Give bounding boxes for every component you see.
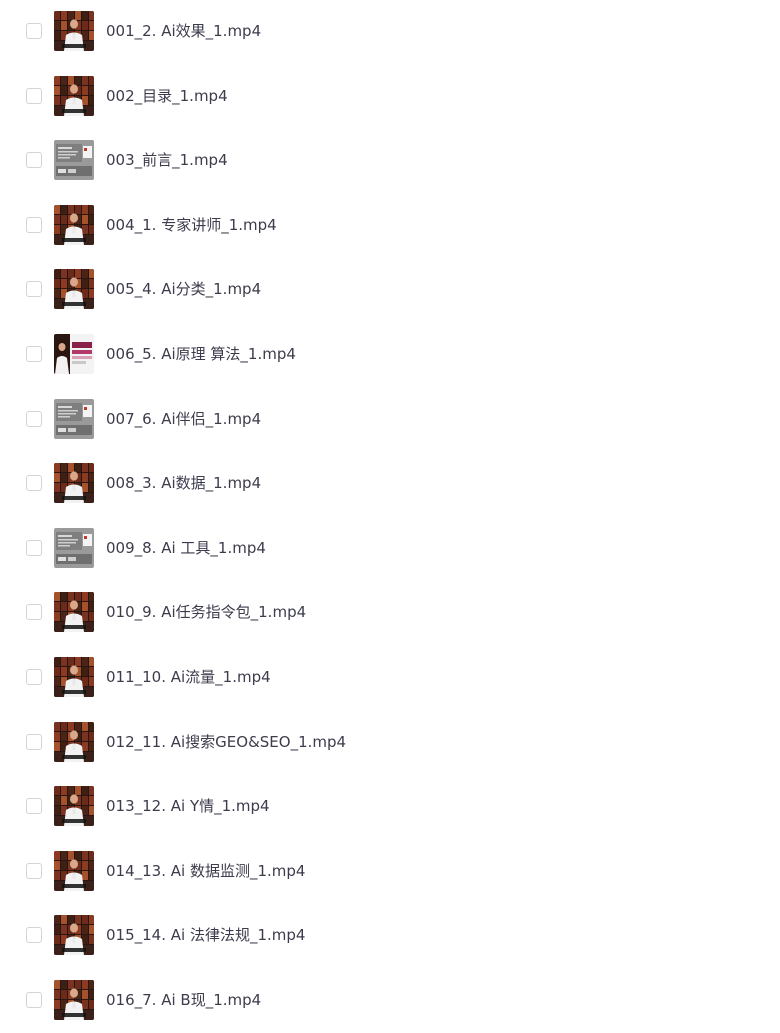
file-row[interactable]: 003_前言_1.mp4	[0, 129, 780, 193]
file-checkbox[interactable]	[26, 992, 42, 1008]
file-name[interactable]: 002_目录_1.mp4	[106, 86, 228, 106]
file-name[interactable]: 003_前言_1.mp4	[106, 150, 228, 170]
file-row[interactable]: 004_1. 专家讲师_1.mp4	[0, 194, 780, 258]
file-checkbox[interactable]	[26, 87, 42, 104]
file-name[interactable]: 012_11. Ai搜索GEO&SEO_1.mp4	[106, 732, 346, 752]
video-presenter-thumbnail[interactable]	[54, 721, 94, 762]
file-checkbox[interactable]	[26, 216, 42, 233]
video-presenter-thumbnail[interactable]	[54, 75, 94, 116]
file-row[interactable]: 009_8. Ai 工具_1.mp4	[0, 517, 780, 581]
file-name[interactable]: 006_5. Ai原理 算法_1.mp4	[106, 344, 296, 364]
file-row[interactable]: 015_14. Ai 法律法规_1.mp4	[0, 904, 780, 968]
file-checkbox[interactable]	[26, 604, 42, 621]
file-checkbox[interactable]	[26, 798, 42, 815]
file-row[interactable]: 014_13. Ai 数据监测_1.mp4	[0, 840, 780, 904]
file-checkbox[interactable]	[26, 346, 42, 362]
file-row[interactable]: 012_11. Ai搜索GEO&SEO_1.mp4	[0, 711, 780, 775]
file-row[interactable]: 013_12. Ai Y情_1.mp4	[0, 775, 780, 839]
file-list: 001_2. Ai效果_1.mp4 002_目录_1.mp4 003_前言_1.…	[0, 0, 780, 1024]
file-name[interactable]: 008_3. Ai数据_1.mp4	[106, 473, 261, 493]
file-name[interactable]: 005_4. Ai分类_1.mp4	[106, 279, 261, 299]
file-row[interactable]: 006_5. Ai原理 算法_1.mp4	[0, 323, 780, 387]
video-presenter-thumbnail[interactable]	[54, 269, 94, 310]
file-name[interactable]: 009_8. Ai 工具_1.mp4	[106, 538, 266, 558]
file-checkbox[interactable]	[26, 733, 42, 750]
video-slides-thumbnail[interactable]	[54, 140, 94, 181]
file-checkbox[interactable]	[26, 862, 42, 879]
file-checkbox[interactable]	[26, 410, 42, 427]
file-row[interactable]: 016_7. Ai B现_1.mp4	[0, 969, 780, 1033]
file-row[interactable]: 005_4. Ai分类_1.mp4	[0, 258, 780, 322]
video-presenter-thumbnail[interactable]	[54, 850, 94, 891]
file-checkbox[interactable]	[26, 475, 42, 492]
video-presenter-thumbnail[interactable]	[54, 204, 94, 245]
file-name[interactable]: 014_13. Ai 数据监测_1.mp4	[106, 861, 305, 881]
file-checkbox[interactable]	[26, 281, 42, 298]
file-row[interactable]: 007_6. Ai伴侣_1.mp4	[0, 388, 780, 452]
file-name[interactable]: 015_14. Ai 法律法规_1.mp4	[106, 925, 305, 945]
file-row[interactable]: 010_9. Ai任务指令包_1.mp4	[0, 581, 780, 645]
file-name[interactable]: 004_1. 专家讲师_1.mp4	[106, 215, 277, 235]
video-slides-thumbnail[interactable]	[54, 398, 94, 439]
file-name[interactable]: 016_7. Ai B现_1.mp4	[106, 990, 261, 1010]
file-name[interactable]: 010_9. Ai任务指令包_1.mp4	[106, 602, 306, 622]
file-name[interactable]: 011_10. Ai流量_1.mp4	[106, 667, 271, 687]
file-checkbox[interactable]	[26, 927, 42, 944]
file-checkbox[interactable]	[26, 669, 42, 685]
video-split-thumbnail[interactable]	[54, 334, 94, 374]
video-presenter-thumbnail[interactable]	[54, 463, 94, 504]
video-slides-thumbnail[interactable]	[54, 527, 94, 568]
file-checkbox[interactable]	[26, 23, 42, 39]
file-row[interactable]: 011_10. Ai流量_1.mp4	[0, 646, 780, 710]
file-checkbox[interactable]	[26, 152, 42, 169]
video-presenter-thumbnail[interactable]	[54, 980, 94, 1020]
video-presenter-thumbnail[interactable]	[54, 11, 94, 51]
file-row[interactable]: 008_3. Ai数据_1.mp4	[0, 452, 780, 516]
video-presenter-thumbnail[interactable]	[54, 786, 94, 827]
video-presenter-thumbnail[interactable]	[54, 915, 94, 956]
video-presenter-thumbnail[interactable]	[54, 657, 94, 697]
file-row[interactable]: 001_2. Ai效果_1.mp4	[0, 0, 780, 64]
file-row[interactable]: 002_目录_1.mp4	[0, 65, 780, 129]
file-name[interactable]: 013_12. Ai Y情_1.mp4	[106, 796, 270, 816]
file-name[interactable]: 001_2. Ai效果_1.mp4	[106, 21, 261, 41]
file-checkbox[interactable]	[26, 539, 42, 556]
video-presenter-thumbnail[interactable]	[54, 592, 94, 633]
file-name[interactable]: 007_6. Ai伴侣_1.mp4	[106, 409, 261, 429]
